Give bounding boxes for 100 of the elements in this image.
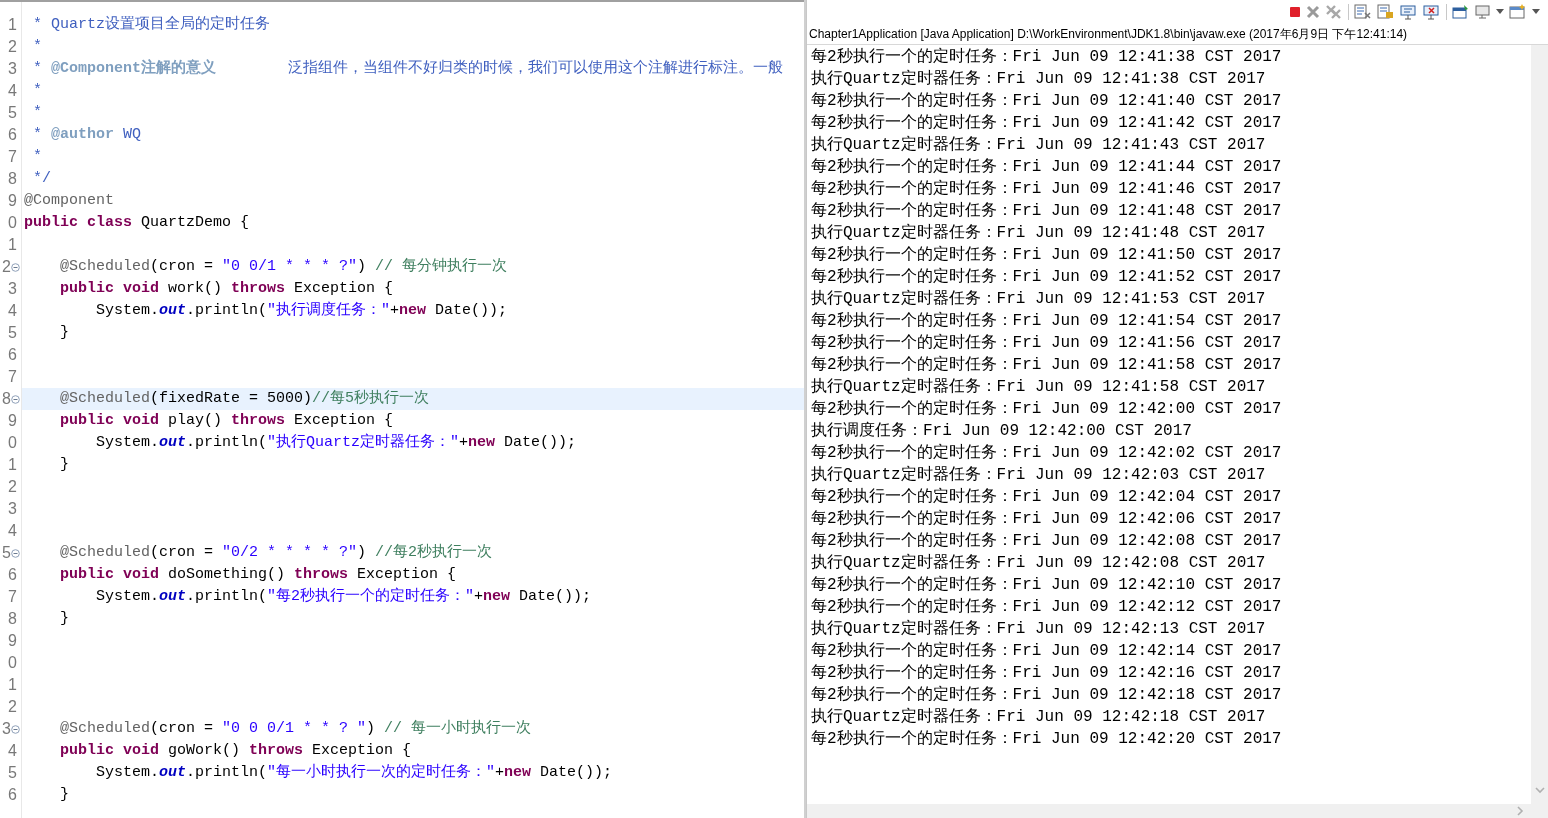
- line-number: 7: [8, 587, 17, 607]
- console-output-line: 每2秒执行一个的定时任务：Fri Jun 09 12:41:54 CST 2017: [811, 311, 1282, 332]
- console-title: Chapter1Application [Java Application] D:\WorkEnvironment\JDK1.8\bin\javaw.exe (2017年6月9日 下午12:41:14): [809, 26, 1408, 43]
- console-output-line: 每2秒执行一个的定时任务：Fri Jun 09 12:42:04 CST 2017: [811, 487, 1282, 508]
- console-output-line: 每2秒执行一个的定时任务：Fri Jun 09 12:41:44 CST 2017: [811, 157, 1282, 178]
- console-output-line: 每2秒执行一个的定时任务：Fri Jun 09 12:42:02 CST 2017: [811, 443, 1282, 464]
- line-number: 1: [8, 235, 17, 255]
- console-output-line: 执行调度任务：Fri Jun 09 12:42:00 CST 2017: [811, 420, 1192, 442]
- console-output-line: 执行Quartz定时器任务：Fri Jun 09 12:42:03 CST 2017: [811, 465, 1266, 486]
- collapse-icon[interactable]: [11, 395, 20, 404]
- collapse-icon[interactable]: [11, 549, 20, 558]
- dropdown-caret-icon[interactable]: [1496, 9, 1504, 15]
- line-number: 4: [8, 301, 17, 321]
- console-output-line: 每2秒执行一个的定时任务：Fri Jun 09 12:41:48 CST 2017: [811, 201, 1282, 222]
- code-line: * @Component注解的意义 泛指组件，当组件不好归类的时候，我们可以使用这个注解进行标注。一般: [33, 58, 784, 79]
- code-line: }: [60, 609, 69, 629]
- remove-all-icon[interactable]: [1325, 4, 1343, 20]
- line-number: 4: [8, 81, 17, 101]
- code-line: *: [33, 37, 42, 57]
- line-number: 6: [8, 345, 17, 365]
- console-output-line: 每2秒执行一个的定时任务：Fri Jun 09 12:42:10 CST 2017: [811, 575, 1282, 596]
- line-number: 6: [8, 565, 17, 585]
- code-line: *: [33, 81, 42, 101]
- line-number: 4: [8, 741, 17, 761]
- line-number: 7: [8, 147, 17, 167]
- code-line: System.out.println("每一小时执行一次的定时任务："+new Date());: [96, 762, 613, 783]
- code-line: */: [33, 169, 51, 189]
- console-remove-icon[interactable]: [1423, 4, 1441, 20]
- horizontal-scrollbar[interactable]: [807, 804, 1548, 818]
- code-line: public void goWork() throws Exception {: [60, 741, 412, 761]
- line-number: 1: [8, 455, 17, 475]
- console-output-line: 执行Quartz定时器任务：Fri Jun 09 12:42:18 CST 2017: [811, 707, 1266, 728]
- console-output-line: 执行Quartz定时器任务：Fri Jun 09 12:41:38 CST 2017: [811, 69, 1266, 90]
- console-output-line: 执行Quartz定时器任务：Fri Jun 09 12:42:13 CST 2017: [811, 619, 1266, 640]
- console-output-line: 每2秒执行一个的定时任务：Fri Jun 09 12:41:50 CST 2017: [811, 245, 1282, 266]
- code-line: }: [60, 455, 69, 475]
- code-line: public void play() throws Exception {: [60, 411, 394, 431]
- line-number: 1: [8, 675, 17, 695]
- line-number: 0: [8, 213, 17, 233]
- line-number: 2: [2, 257, 11, 277]
- line-number: 5: [8, 323, 17, 343]
- collapse-icon[interactable]: [11, 263, 20, 272]
- line-number: 9: [8, 631, 17, 651]
- console-output-line: 每2秒执行一个的定时任务：Fri Jun 09 12:42:18 CST 2017: [811, 685, 1282, 706]
- line-number: 5: [8, 103, 17, 123]
- code-line: @Scheduled(cron = "0/2 * * * * ?") //每2秒执行一次: [60, 542, 493, 563]
- code-line: }: [60, 323, 69, 343]
- console-output-line: 每2秒执行一个的定时任务：Fri Jun 09 12:41:56 CST 2017: [811, 333, 1282, 354]
- monitor-icon[interactable]: [1475, 4, 1491, 20]
- console-output-line: 每2秒执行一个的定时任务：Fri Jun 09 12:42:20 CST 2017: [811, 729, 1282, 750]
- pin-console-icon[interactable]: [1452, 4, 1470, 20]
- console-output-line: 每2秒执行一个的定时任务：Fri Jun 09 12:42:16 CST 2017: [811, 663, 1282, 684]
- line-number: 8: [2, 389, 11, 409]
- code-line: @Component: [24, 191, 114, 211]
- console-output-line: 每2秒执行一个的定时任务：Fri Jun 09 12:42:08 CST 2017: [811, 531, 1282, 552]
- line-number: 9: [8, 191, 17, 211]
- code-line: * Quartz设置项目全局的定时任务: [33, 14, 270, 35]
- code-line: System.out.println("执行Quartz定时器任务："+new Date());: [96, 432, 577, 453]
- code-line: @Scheduled(fixedRate = 5000)//每5秒执行一次: [60, 388, 430, 409]
- line-number: 5: [8, 763, 17, 783]
- console-output-line: 每2秒执行一个的定时任务：Fri Jun 09 12:42:14 CST 2017: [811, 641, 1282, 662]
- line-number: 1: [8, 15, 17, 35]
- vertical-scrollbar[interactable]: [1531, 45, 1548, 804]
- code-line: }: [60, 785, 69, 805]
- stop-icon[interactable]: [1289, 6, 1301, 18]
- line-number: 3: [8, 499, 17, 519]
- clear-console-icon[interactable]: [1354, 4, 1372, 20]
- console-output-line: 每2秒执行一个的定时任务：Fri Jun 09 12:41:42 CST 2017: [811, 113, 1282, 134]
- console-output-line: 执行Quartz定时器任务：Fri Jun 09 12:41:58 CST 2017: [811, 377, 1266, 398]
- scroll-lock-icon[interactable]: [1377, 4, 1395, 20]
- code-line: System.out.println("执行调度任务："+new Date());: [96, 300, 508, 321]
- line-number: 3: [2, 719, 11, 739]
- remove-icon[interactable]: [1306, 5, 1320, 19]
- collapse-icon[interactable]: [11, 725, 20, 734]
- code-line: public class QuartzDemo {: [24, 213, 250, 233]
- console-output-line: 每2秒执行一个的定时任务：Fri Jun 09 12:41:52 CST 2017: [811, 267, 1282, 288]
- dropdown-caret-icon[interactable]: [1532, 9, 1540, 15]
- line-number: 3: [8, 59, 17, 79]
- code-line: * @author WQ: [33, 125, 142, 145]
- console-output-line: 每2秒执行一个的定时任务：Fri Jun 09 12:41:40 CST 2017: [811, 91, 1282, 112]
- code-line: public void work() throws Exception {: [60, 279, 394, 299]
- code-line: *: [33, 147, 42, 167]
- console-output-line: 每2秒执行一个的定时任务：Fri Jun 09 12:42:06 CST 2017: [811, 509, 1282, 530]
- line-number: 2: [8, 697, 17, 717]
- console-output-line: 执行Quartz定时器任务：Fri Jun 09 12:41:43 CST 2017: [811, 135, 1266, 156]
- code-line: public void doSomething() throws Exception {: [60, 565, 457, 585]
- console-output-line: 每2秒执行一个的定时任务：Fri Jun 09 12:41:38 CST 2017: [811, 47, 1282, 68]
- line-number: 4: [8, 521, 17, 541]
- console-output-line: 每2秒执行一个的定时任务：Fri Jun 09 12:42:00 CST 2017: [811, 399, 1282, 420]
- line-number: 0: [8, 433, 17, 453]
- new-console-icon[interactable]: [1509, 4, 1527, 20]
- line-number: 8: [8, 609, 17, 629]
- console-output-line: 执行Quartz定时器任务：Fri Jun 09 12:41:53 CST 2017: [811, 289, 1266, 310]
- line-number: 5: [2, 543, 11, 563]
- line-number: 2: [8, 477, 17, 497]
- line-number: 7: [8, 367, 17, 387]
- console-output-line: 每2秒执行一个的定时任务：Fri Jun 09 12:41:58 CST 2017: [811, 355, 1282, 376]
- console-output-line: 每2秒执行一个的定时任务：Fri Jun 09 12:42:12 CST 2017: [811, 597, 1282, 618]
- console-output-line: 执行Quartz定时器任务：Fri Jun 09 12:42:08 CST 2017: [811, 553, 1266, 574]
- code-line: *: [33, 103, 42, 123]
